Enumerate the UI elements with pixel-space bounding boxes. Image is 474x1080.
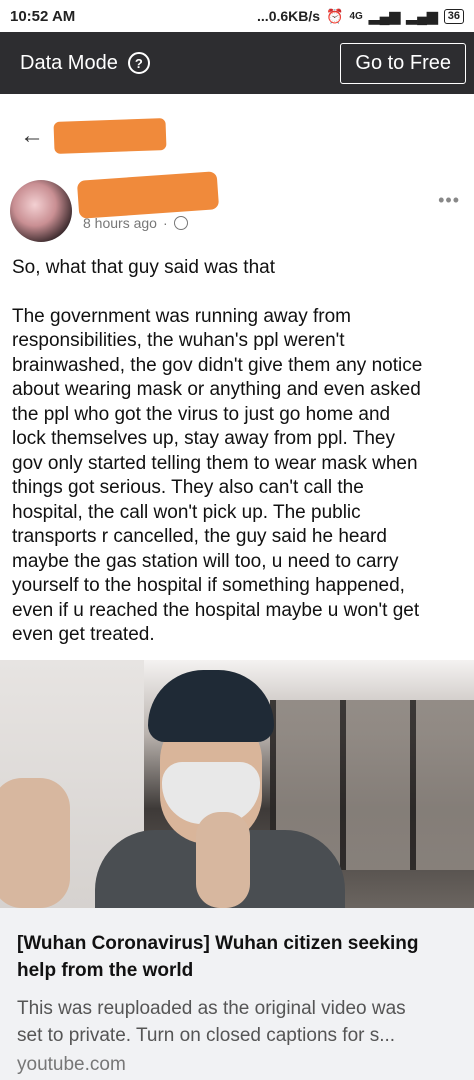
post-line: things got serious. They also can't call… bbox=[12, 477, 364, 498]
more-options-icon[interactable]: ••• bbox=[438, 190, 460, 211]
video-person-hand-2 bbox=[196, 812, 250, 908]
network-type: 4G bbox=[349, 10, 363, 22]
video-person-hand bbox=[0, 778, 70, 908]
post-meta: 8 hours ago · bbox=[83, 215, 188, 231]
post-line: lock themselves up, stay away from ppl. … bbox=[12, 428, 395, 449]
go-to-free-button[interactable]: Go to Free bbox=[340, 42, 466, 84]
status-indicators: ...0.6KB/s ⏰ 4G ▂▄▆ ▂▄▆ 36 bbox=[257, 8, 464, 25]
post-text: So, what that guy said was that The gove… bbox=[12, 256, 467, 648]
globe-icon bbox=[173, 216, 188, 230]
post-paragraph-1: So, what that guy said was that bbox=[12, 257, 275, 278]
post-line: transports r cancelled, the guy said he … bbox=[12, 526, 387, 547]
link-description: This was reuploaded as the original vide… bbox=[17, 995, 457, 1049]
post-line: The government was running away from bbox=[12, 305, 351, 327]
network-speed: ...0.6KB/s bbox=[257, 8, 321, 24]
post-time[interactable]: 8 hours ago bbox=[83, 215, 157, 231]
battery-icon: 36 bbox=[443, 8, 464, 24]
alarm-icon: ⏰ bbox=[326, 7, 344, 24]
data-mode-bar: Data Mode ? Go to Free bbox=[0, 32, 474, 94]
post-line: even get treated. bbox=[12, 624, 155, 645]
video-thumbnail[interactable] bbox=[0, 660, 474, 908]
post-line: maybe the gas station will too, u need t… bbox=[12, 550, 399, 572]
post-line: even if u reached the hospital maybe u w… bbox=[12, 599, 420, 621]
link-desc-line: set to private. Turn on closed captions … bbox=[17, 1025, 396, 1046]
back-arrow-icon[interactable]: ← bbox=[20, 122, 44, 150]
post-line: gov only started telling them to wear ma… bbox=[12, 452, 418, 474]
signal2-icon: ▂▄▆ bbox=[406, 7, 438, 24]
redacted-author-name bbox=[76, 171, 220, 219]
data-mode-label-group[interactable]: Data Mode ? bbox=[20, 52, 150, 75]
post-line: the ppl who got the virus to just go hom… bbox=[12, 403, 391, 425]
post-line: responsibilities, the wuhan's ppl weren'… bbox=[12, 330, 345, 351]
help-icon[interactable]: ? bbox=[127, 52, 150, 74]
meta-separator: · bbox=[162, 215, 168, 231]
link-title-line: help from the world bbox=[17, 960, 194, 981]
status-bar: 10:52 AM ...0.6KB/s ⏰ 4G ▂▄▆ ▂▄▆ 36 bbox=[0, 0, 474, 32]
link-title-line: [Wuhan Coronavirus] Wuhan citizen seekin… bbox=[17, 933, 419, 954]
link-title[interactable]: [Wuhan Coronavirus] Wuhan citizen seekin… bbox=[17, 930, 457, 984]
link-desc-line: This was reuploaded as the original vide… bbox=[17, 998, 406, 1019]
post-line: brainwashed, the gov didn't give them an… bbox=[12, 354, 423, 376]
signal-icon: ▂▄▆ bbox=[368, 7, 401, 24]
avatar[interactable] bbox=[10, 180, 72, 242]
post-line: about wearing mask or anything and even … bbox=[12, 379, 421, 400]
redacted-page-name bbox=[53, 118, 167, 154]
status-time: 10:52 AM bbox=[10, 7, 76, 25]
data-mode-label: Data Mode bbox=[20, 51, 118, 74]
link-domain: youtube.com bbox=[17, 1054, 126, 1075]
post-paragraph-2: The government was running away from res… bbox=[12, 305, 467, 648]
post-line: hospital, the call won't pick up. The pu… bbox=[12, 501, 361, 523]
post-line: yourself to the hospital if something ha… bbox=[12, 575, 405, 596]
